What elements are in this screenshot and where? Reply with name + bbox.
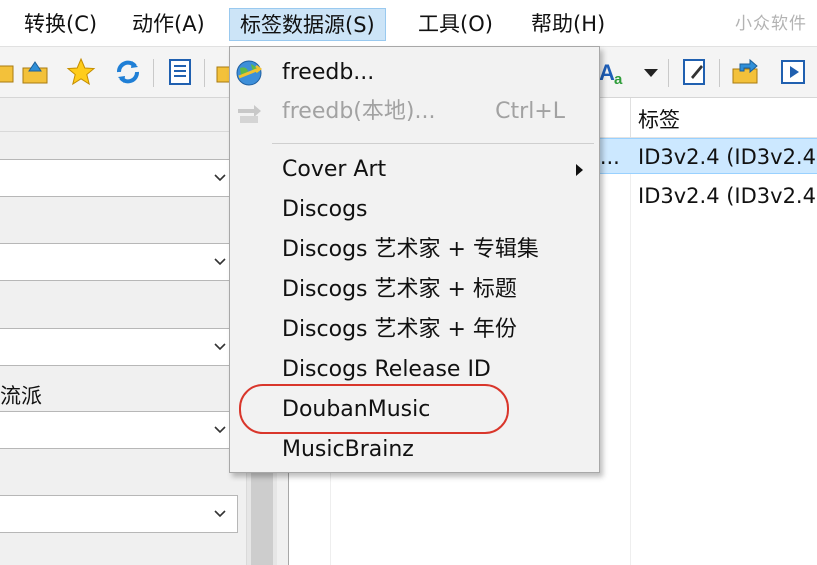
playlist-icon[interactable] <box>778 57 808 87</box>
folder-up-icon[interactable] <box>20 57 50 87</box>
chevron-down-icon <box>214 426 226 434</box>
field-combo-5[interactable] <box>0 495 238 533</box>
dropdown-arrow-icon[interactable] <box>636 57 666 87</box>
menu-item-freedb-local: freedb(本地)... Ctrl+L <box>230 92 599 132</box>
text-case-icon[interactable]: Aa <box>598 57 628 88</box>
field-combo-3[interactable] <box>0 328 238 366</box>
menu-convert[interactable]: 转换(C) <box>14 8 107 41</box>
menu-separator <box>272 143 594 144</box>
tag-cell: ID3v2.4 (ID3v2.4 <box>638 145 816 169</box>
export-folder-icon[interactable] <box>730 57 760 87</box>
menu-item-discogs[interactable]: Discogs <box>230 190 599 230</box>
field-combo-1[interactable] <box>0 159 238 197</box>
menu-item-label: MusicBrainz <box>282 437 414 462</box>
menu-item-label: Cover Art <box>282 157 387 182</box>
menu-item-freedb[interactable]: freedb... <box>230 53 599 93</box>
svg-text:a: a <box>614 71 623 87</box>
doubanmusic-highlight-ring <box>239 384 509 434</box>
menu-help[interactable]: 帮助(H) <box>521 8 615 41</box>
chevron-down-icon <box>214 258 226 266</box>
folder-open-icon[interactable] <box>0 57 16 87</box>
menu-actions[interactable]: 动作(A) <box>122 8 215 41</box>
column-header-tag[interactable]: 标签 <box>638 104 680 134</box>
favorite-star-icon[interactable] <box>66 57 96 87</box>
submenu-arrow-icon <box>576 164 583 176</box>
toolbar-divider <box>668 59 669 87</box>
menu-item-cover-art[interactable]: Cover Art <box>230 150 599 190</box>
menu-tag-sources[interactable]: 标签数据源(S) <box>229 8 386 41</box>
field-combo-2[interactable] <box>0 243 238 281</box>
menu-item-label: Discogs 艺术家 + 专辑集 <box>282 237 539 262</box>
chevron-down-icon <box>214 343 226 351</box>
chevron-down-icon <box>214 174 226 182</box>
menu-item-label: Discogs 艺术家 + 年份 <box>282 317 517 342</box>
menu-item-label: freedb(本地)... <box>282 99 436 124</box>
column-divider[interactable] <box>630 98 631 138</box>
local-db-icon <box>238 105 261 123</box>
tag-panel: 流派 <box>0 98 247 565</box>
genre-label: 流派 <box>0 384 42 408</box>
edit-note-icon[interactable] <box>679 57 709 87</box>
svg-text:A: A <box>599 60 615 85</box>
menu-tools[interactable]: 工具(O) <box>408 8 503 41</box>
globe-icon <box>236 60 263 86</box>
menu-item-label: Discogs 艺术家 + 标题 <box>282 277 517 302</box>
menu-item-musicbrainz[interactable]: MusicBrainz <box>230 430 599 470</box>
menu-item-shortcut: Ctrl+L <box>495 99 565 124</box>
menu-item-discogs-artist-year[interactable]: Discogs 艺术家 + 年份 <box>230 310 599 350</box>
watermark: 小众软件 <box>735 14 807 34</box>
panel-divider <box>0 131 247 132</box>
toolbar-divider <box>719 59 720 87</box>
refresh-icon[interactable] <box>113 57 143 87</box>
toolbar-divider <box>153 59 154 87</box>
genre-combo[interactable] <box>0 411 238 449</box>
menu-item-label: Discogs <box>282 197 368 222</box>
menu-item-discogs-artist-title[interactable]: Discogs 艺术家 + 标题 <box>230 270 599 310</box>
chevron-down-icon <box>214 510 226 518</box>
menu-bar: 转换(C) 动作(A) 标签数据源(S) 工具(O) 帮助(H) 小众软件 <box>0 0 817 46</box>
menu-item-discogs-artist-album[interactable]: Discogs 艺术家 + 专辑集 <box>230 230 599 270</box>
menu-item-label: freedb... <box>282 60 375 85</box>
tag-cell: ID3v2.4 (ID3v2.4 <box>638 184 816 208</box>
document-list-icon[interactable] <box>165 57 195 87</box>
toolbar-divider <box>204 59 205 87</box>
